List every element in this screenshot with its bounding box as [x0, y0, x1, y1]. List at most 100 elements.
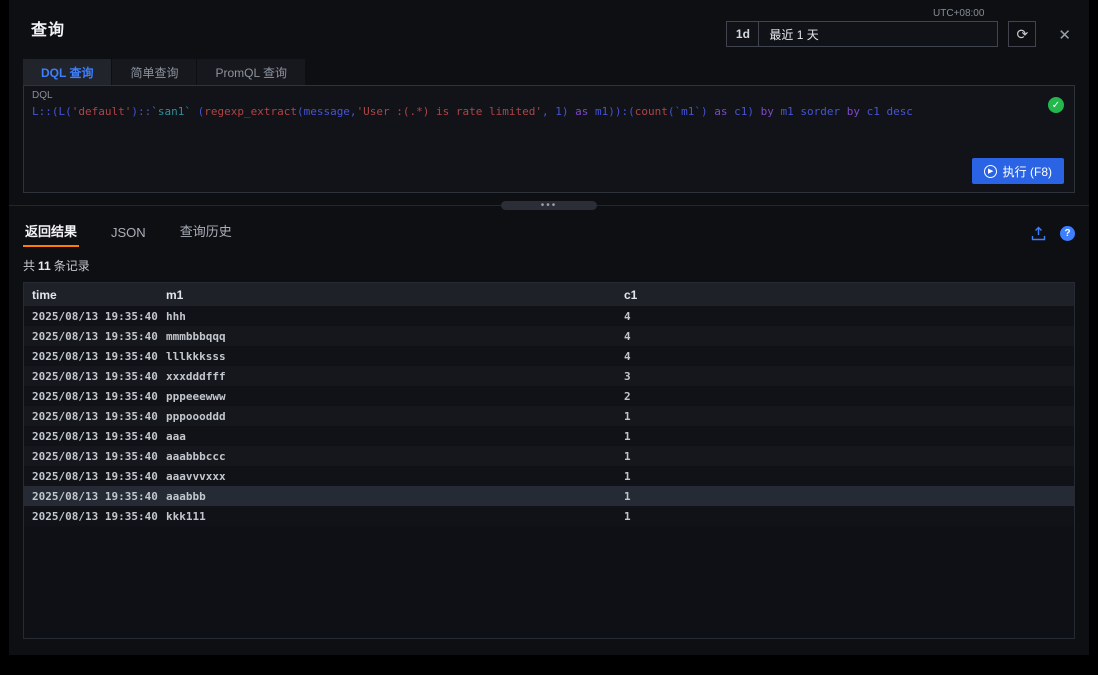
code-token: as — [714, 105, 727, 118]
help-glyph: ? — [1064, 228, 1070, 239]
table-row[interactable]: 2025/08/13 19:35:40aaa1 — [24, 426, 1074, 446]
table-row[interactable]: 2025/08/13 19:35:40aaabbbccc1 — [24, 446, 1074, 466]
tab-results[interactable]: 返回结果 — [23, 217, 79, 249]
table-cell: 1 — [616, 406, 1074, 426]
record-count: 共11条记录 — [23, 257, 1075, 274]
code-token: 'default' — [72, 105, 132, 118]
table-cell: 2025/08/13 19:35:40 — [24, 486, 158, 506]
code-token: ( — [191, 105, 204, 118]
table-cell: 1 — [616, 426, 1074, 446]
refresh-icon: ⟳ — [1017, 26, 1029, 43]
header: 查询 UTC+08:00 1d 最近 1 天 ⟳ ✕ — [9, 0, 1089, 51]
column-header-c1[interactable]: c1 — [616, 283, 1074, 306]
tab-query-history[interactable]: 查询历史 — [178, 217, 234, 249]
timezone-label: UTC+08:00 — [933, 8, 984, 19]
play-glyph: ▶ — [988, 167, 993, 175]
check-icon: ✓ — [1052, 100, 1060, 111]
time-range-group: 1d 最近 1 天 — [726, 21, 998, 47]
code-token: by — [761, 105, 774, 118]
results-tabbar: 返回结果 JSON 查询历史 ? — [23, 217, 1075, 249]
table-cell: pppoooddd — [158, 406, 616, 426]
column-header-m1[interactable]: m1 — [158, 283, 616, 306]
table-header-row: time m1 c1 — [24, 283, 1074, 306]
table-row[interactable]: 2025/08/13 19:35:40kkk1111 — [24, 506, 1074, 526]
code-token: , 1) — [542, 105, 575, 118]
query-mode-tabs: DQL 查询 简单查询 PromQL 查询 — [9, 59, 1089, 85]
results-table-container: time m1 c1 2025/08/13 19:35:40hhh42025/0… — [23, 282, 1075, 639]
table-cell: 2025/08/13 19:35:40 — [24, 386, 158, 406]
code-token: m1 sorder — [774, 105, 847, 118]
code-token: (message, — [297, 105, 357, 118]
table-cell: 2025/08/13 19:35:40 — [24, 426, 158, 446]
query-valid-check-icon: ✓ — [1048, 97, 1064, 113]
refresh-button[interactable]: ⟳ — [1008, 21, 1036, 47]
table-row[interactable]: 2025/08/13 19:35:40hhh4 — [24, 306, 1074, 326]
table-cell: 2025/08/13 19:35:40 — [24, 326, 158, 346]
header-controls: UTC+08:00 1d 最近 1 天 ⟳ ✕ — [726, 8, 1075, 47]
tab-promql-query[interactable]: PromQL 查询 — [197, 59, 306, 85]
tab-json[interactable]: JSON — [109, 221, 148, 249]
table-cell: 2025/08/13 19:35:40 — [24, 366, 158, 386]
table-cell: hhh — [158, 306, 616, 326]
table-cell: 2025/08/13 19:35:40 — [24, 306, 158, 326]
dql-editor[interactable]: DQL L::(L('default')::`san1` (regexp_ext… — [23, 85, 1075, 193]
query-code[interactable]: L::(L('default')::`san1` (regexp_extract… — [32, 104, 1030, 120]
time-range-block: UTC+08:00 1d 最近 1 天 — [726, 8, 998, 47]
close-icon: ✕ — [1058, 27, 1071, 44]
table-cell: aaa — [158, 426, 616, 446]
table-cell: aaavvvxxx — [158, 466, 616, 486]
query-window: 查询 UTC+08:00 1d 最近 1 天 ⟳ ✕ DQL 查询 简单查询 P — [9, 0, 1089, 655]
page-title: 查询 — [31, 8, 65, 40]
play-icon: ▶ — [984, 165, 997, 178]
code-token: regexp_extract — [204, 105, 297, 118]
table-row[interactable]: 2025/08/13 19:35:40mmmbbbqqq4 — [24, 326, 1074, 346]
table-cell: 2 — [616, 386, 1074, 406]
help-icon[interactable]: ? — [1060, 226, 1075, 241]
time-range-select[interactable]: 最近 1 天 — [759, 22, 997, 46]
table-row[interactable]: 2025/08/13 19:35:40pppoooddd1 — [24, 406, 1074, 426]
time-range-value: 最近 1 天 — [769, 26, 818, 43]
table-cell: 2025/08/13 19:35:40 — [24, 406, 158, 426]
tab-dql-query[interactable]: DQL 查询 — [23, 59, 112, 85]
column-header-time[interactable]: time — [24, 283, 158, 306]
table-cell: 2025/08/13 19:35:40 — [24, 506, 158, 526]
record-count-prefix: 共 — [23, 259, 35, 273]
code-token: as — [575, 105, 588, 118]
table-row[interactable]: 2025/08/13 19:35:40aaabbb1 — [24, 486, 1074, 506]
table-cell: aaabbbccc — [158, 446, 616, 466]
export-icon[interactable] — [1031, 226, 1046, 241]
record-count-value: 11 — [35, 259, 54, 273]
results-section: 返回结果 JSON 查询历史 ? 共11条记录 — [9, 213, 1089, 639]
code-token: (`m1`) — [668, 105, 714, 118]
code-token: by — [847, 105, 860, 118]
table-cell: 1 — [616, 506, 1074, 526]
code-token: c1 desc — [860, 105, 913, 118]
drag-handle[interactable]: ••• — [501, 201, 597, 210]
tab-simple-query[interactable]: 简单查询 — [112, 59, 197, 85]
table-cell: mmmbbbqqq — [158, 326, 616, 346]
editor-label: DQL — [32, 90, 53, 101]
table-row[interactable]: 2025/08/13 19:35:40aaavvvxxx1 — [24, 466, 1074, 486]
range-shortcut-button[interactable]: 1d — [727, 22, 759, 46]
table-cell: 4 — [616, 326, 1074, 346]
table-cell: 2025/08/13 19:35:40 — [24, 466, 158, 486]
table-cell: 1 — [616, 486, 1074, 506]
table-cell: 1 — [616, 446, 1074, 466]
panel-splitter[interactable]: ••• — [9, 199, 1089, 213]
table-cell: 3 — [616, 366, 1074, 386]
table-row[interactable]: 2025/08/13 19:35:40xxxdddfff3 — [24, 366, 1074, 386]
close-button[interactable]: ✕ — [1058, 26, 1071, 44]
table-cell: 2025/08/13 19:35:40 — [24, 446, 158, 466]
table-cell: lllkkksss — [158, 346, 616, 366]
code-token: 'User :(.*) is rate limited' — [357, 105, 542, 118]
record-count-suffix: 条记录 — [54, 259, 90, 273]
results-toolbar: ? — [1031, 226, 1075, 249]
table-row[interactable]: 2025/08/13 19:35:40pppeeewww2 — [24, 386, 1074, 406]
table-cell: xxxdddfff — [158, 366, 616, 386]
table-cell: pppeeewww — [158, 386, 616, 406]
execute-button[interactable]: ▶ 执行 (F8) — [972, 158, 1064, 184]
code-token: ):: — [131, 105, 151, 118]
table-row[interactable]: 2025/08/13 19:35:40lllkkksss4 — [24, 346, 1074, 366]
code-token: L::(L( — [32, 105, 72, 118]
table-cell: kkk111 — [158, 506, 616, 526]
